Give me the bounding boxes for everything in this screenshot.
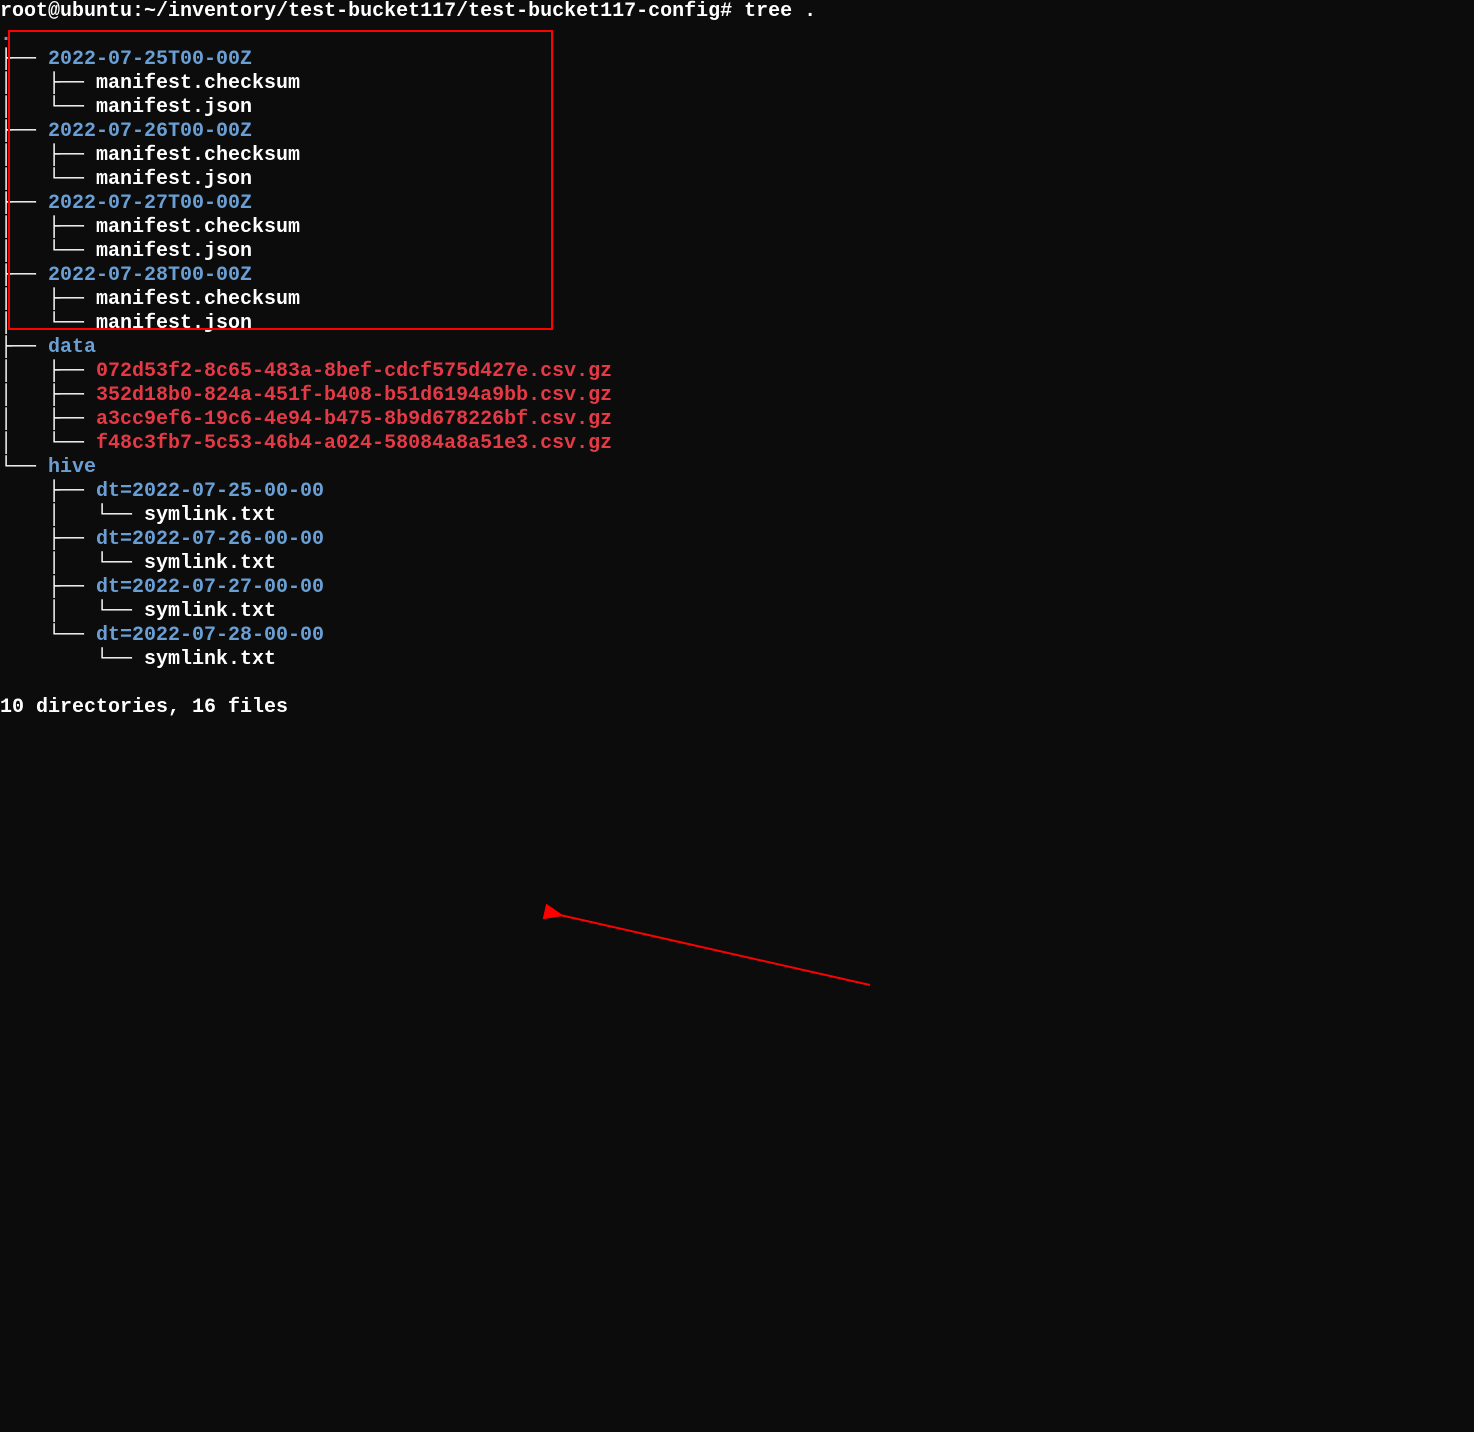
tree-branch: │ ├── <box>0 216 96 239</box>
tree-file: symlink.txt <box>144 552 276 575</box>
tree-branch: ├── <box>0 120 48 143</box>
tree-dir-hive: hive <box>48 456 96 479</box>
tree-branch: ├── <box>0 192 48 215</box>
tree-branch: ├── <box>0 576 96 599</box>
prompt-user-host: root@ubuntu <box>0 0 132 23</box>
tree-file: manifest.checksum <box>96 72 300 95</box>
tree-dir-hive-partition: dt=2022-07-26-00-00 <box>96 528 324 551</box>
tree-root-dot: . <box>0 24 12 47</box>
tree-branch: │ └── <box>0 600 144 623</box>
tree-file: symlink.txt <box>144 504 276 527</box>
tree-branch: │ ├── <box>0 144 96 167</box>
arrow-annotation <box>0 720 1474 1432</box>
prompt-hash: # <box>720 0 744 23</box>
tree-branch: │ └── <box>0 312 96 335</box>
prompt-colon: : <box>132 0 144 23</box>
tree-branch: ├── <box>0 480 96 503</box>
tree-branch: │ ├── <box>0 360 96 383</box>
prompt-path: ~/inventory/test-bucket117/test-bucket11… <box>144 0 720 23</box>
tree-dir-data: data <box>48 336 96 359</box>
tree-branch: └── <box>0 648 144 671</box>
tree-file: manifest.json <box>96 168 252 191</box>
tree-dir-hive-partition: dt=2022-07-28-00-00 <box>96 624 324 647</box>
tree-branch: └── <box>0 624 96 647</box>
tree-branch: │ └── <box>0 432 96 455</box>
tree-branch: │ └── <box>0 168 96 191</box>
prompt-command[interactable]: tree . <box>744 0 816 23</box>
tree-dir-hive-partition: dt=2022-07-27-00-00 <box>96 576 324 599</box>
tree-file: symlink.txt <box>144 648 276 671</box>
tree-dir-hive-partition: dt=2022-07-25-00-00 <box>96 480 324 503</box>
tree-dir: 2022-07-27T00-00Z <box>48 192 252 215</box>
tree-branch: │ └── <box>0 96 96 119</box>
tree-dir: 2022-07-25T00-00Z <box>48 48 252 71</box>
tree-file: manifest.json <box>96 96 252 119</box>
tree-branch: │ └── <box>0 504 144 527</box>
tree-file: manifest.checksum <box>96 144 300 167</box>
tree-dir: 2022-07-28T00-00Z <box>48 264 252 287</box>
tree-branch: ├── <box>0 264 48 287</box>
tree-branch: └── <box>0 456 48 479</box>
tree-file-archive: a3cc9ef6-19c6-4e94-b475-8b9d678226bf.csv… <box>96 408 612 431</box>
terminal-output: root@ubuntu:~/inventory/test-bucket117/t… <box>0 0 1474 720</box>
tree-dir: 2022-07-26T00-00Z <box>48 120 252 143</box>
tree-file: manifest.checksum <box>96 288 300 311</box>
tree-file: manifest.checksum <box>96 216 300 239</box>
tree-file: manifest.json <box>96 240 252 263</box>
tree-file: manifest.json <box>96 312 252 335</box>
tree-file-archive: f48c3fb7-5c53-46b4-a024-58084a8a51e3.csv… <box>96 432 612 455</box>
tree-file: symlink.txt <box>144 600 276 623</box>
tree-branch: │ └── <box>0 240 96 263</box>
tree-branch: ├── <box>0 336 48 359</box>
tree-branch: │ ├── <box>0 288 96 311</box>
tree-file-archive: 072d53f2-8c65-483a-8bef-cdcf575d427e.csv… <box>96 360 612 383</box>
tree-branch: │ └── <box>0 552 144 575</box>
tree-branch: │ ├── <box>0 384 96 407</box>
tree-branch: ├── <box>0 528 96 551</box>
tree-file-archive: 352d18b0-824a-451f-b408-b51d6194a9bb.csv… <box>96 384 612 407</box>
tree-branch: ├── <box>0 48 48 71</box>
tree-branch: │ ├── <box>0 408 96 431</box>
tree-branch: │ ├── <box>0 72 96 95</box>
